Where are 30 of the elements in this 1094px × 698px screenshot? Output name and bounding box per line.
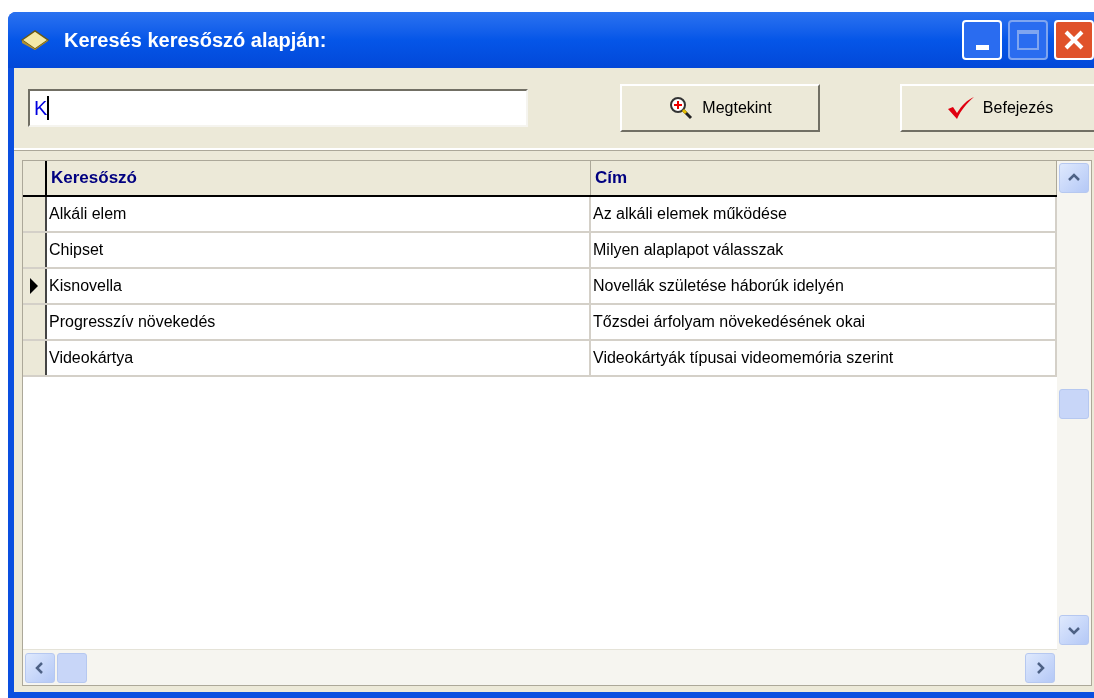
table-cell: Progresszív növekedés: [47, 305, 591, 339]
row-indicator[interactable]: [23, 341, 47, 375]
table-cell: Chipset: [47, 233, 591, 267]
close-icon: [1063, 29, 1085, 51]
view-button[interactable]: Megtekint: [620, 84, 820, 132]
row-indicator[interactable]: [23, 197, 47, 231]
window-title: Keresés keresőszó alapján:: [64, 28, 327, 53]
close-button[interactable]: [1054, 20, 1094, 60]
search-field[interactable]: K: [28, 89, 528, 127]
vertical-scrollbar[interactable]: [1057, 161, 1091, 685]
magnifier-icon: [668, 95, 695, 121]
scroll-down-button[interactable]: [1059, 615, 1089, 645]
finish-button[interactable]: Befejezés: [900, 84, 1094, 132]
scroll-right-button[interactable]: [1025, 652, 1055, 683]
horizontal-scrollbar[interactable]: [23, 649, 1057, 685]
book-icon: [20, 29, 50, 51]
column-header[interactable]: Keresőszó: [47, 161, 591, 195]
table-cell: Videokártya: [47, 341, 591, 375]
row-indicator[interactable]: [23, 233, 47, 267]
current-row-icon: [29, 277, 39, 295]
table-cell: Alkáli elem: [47, 197, 591, 231]
checkmark-icon: [946, 96, 975, 120]
table-cell: Kisnovella: [47, 269, 591, 303]
minimize-button[interactable]: [962, 20, 1002, 60]
scroll-up-button[interactable]: [1059, 163, 1089, 193]
scroll-thumb[interactable]: [57, 652, 87, 683]
row-indicator[interactable]: [23, 269, 47, 303]
scroll-thumb[interactable]: [1059, 389, 1089, 419]
row-indicator[interactable]: [23, 305, 47, 339]
scroll-left-button[interactable]: [25, 652, 55, 683]
